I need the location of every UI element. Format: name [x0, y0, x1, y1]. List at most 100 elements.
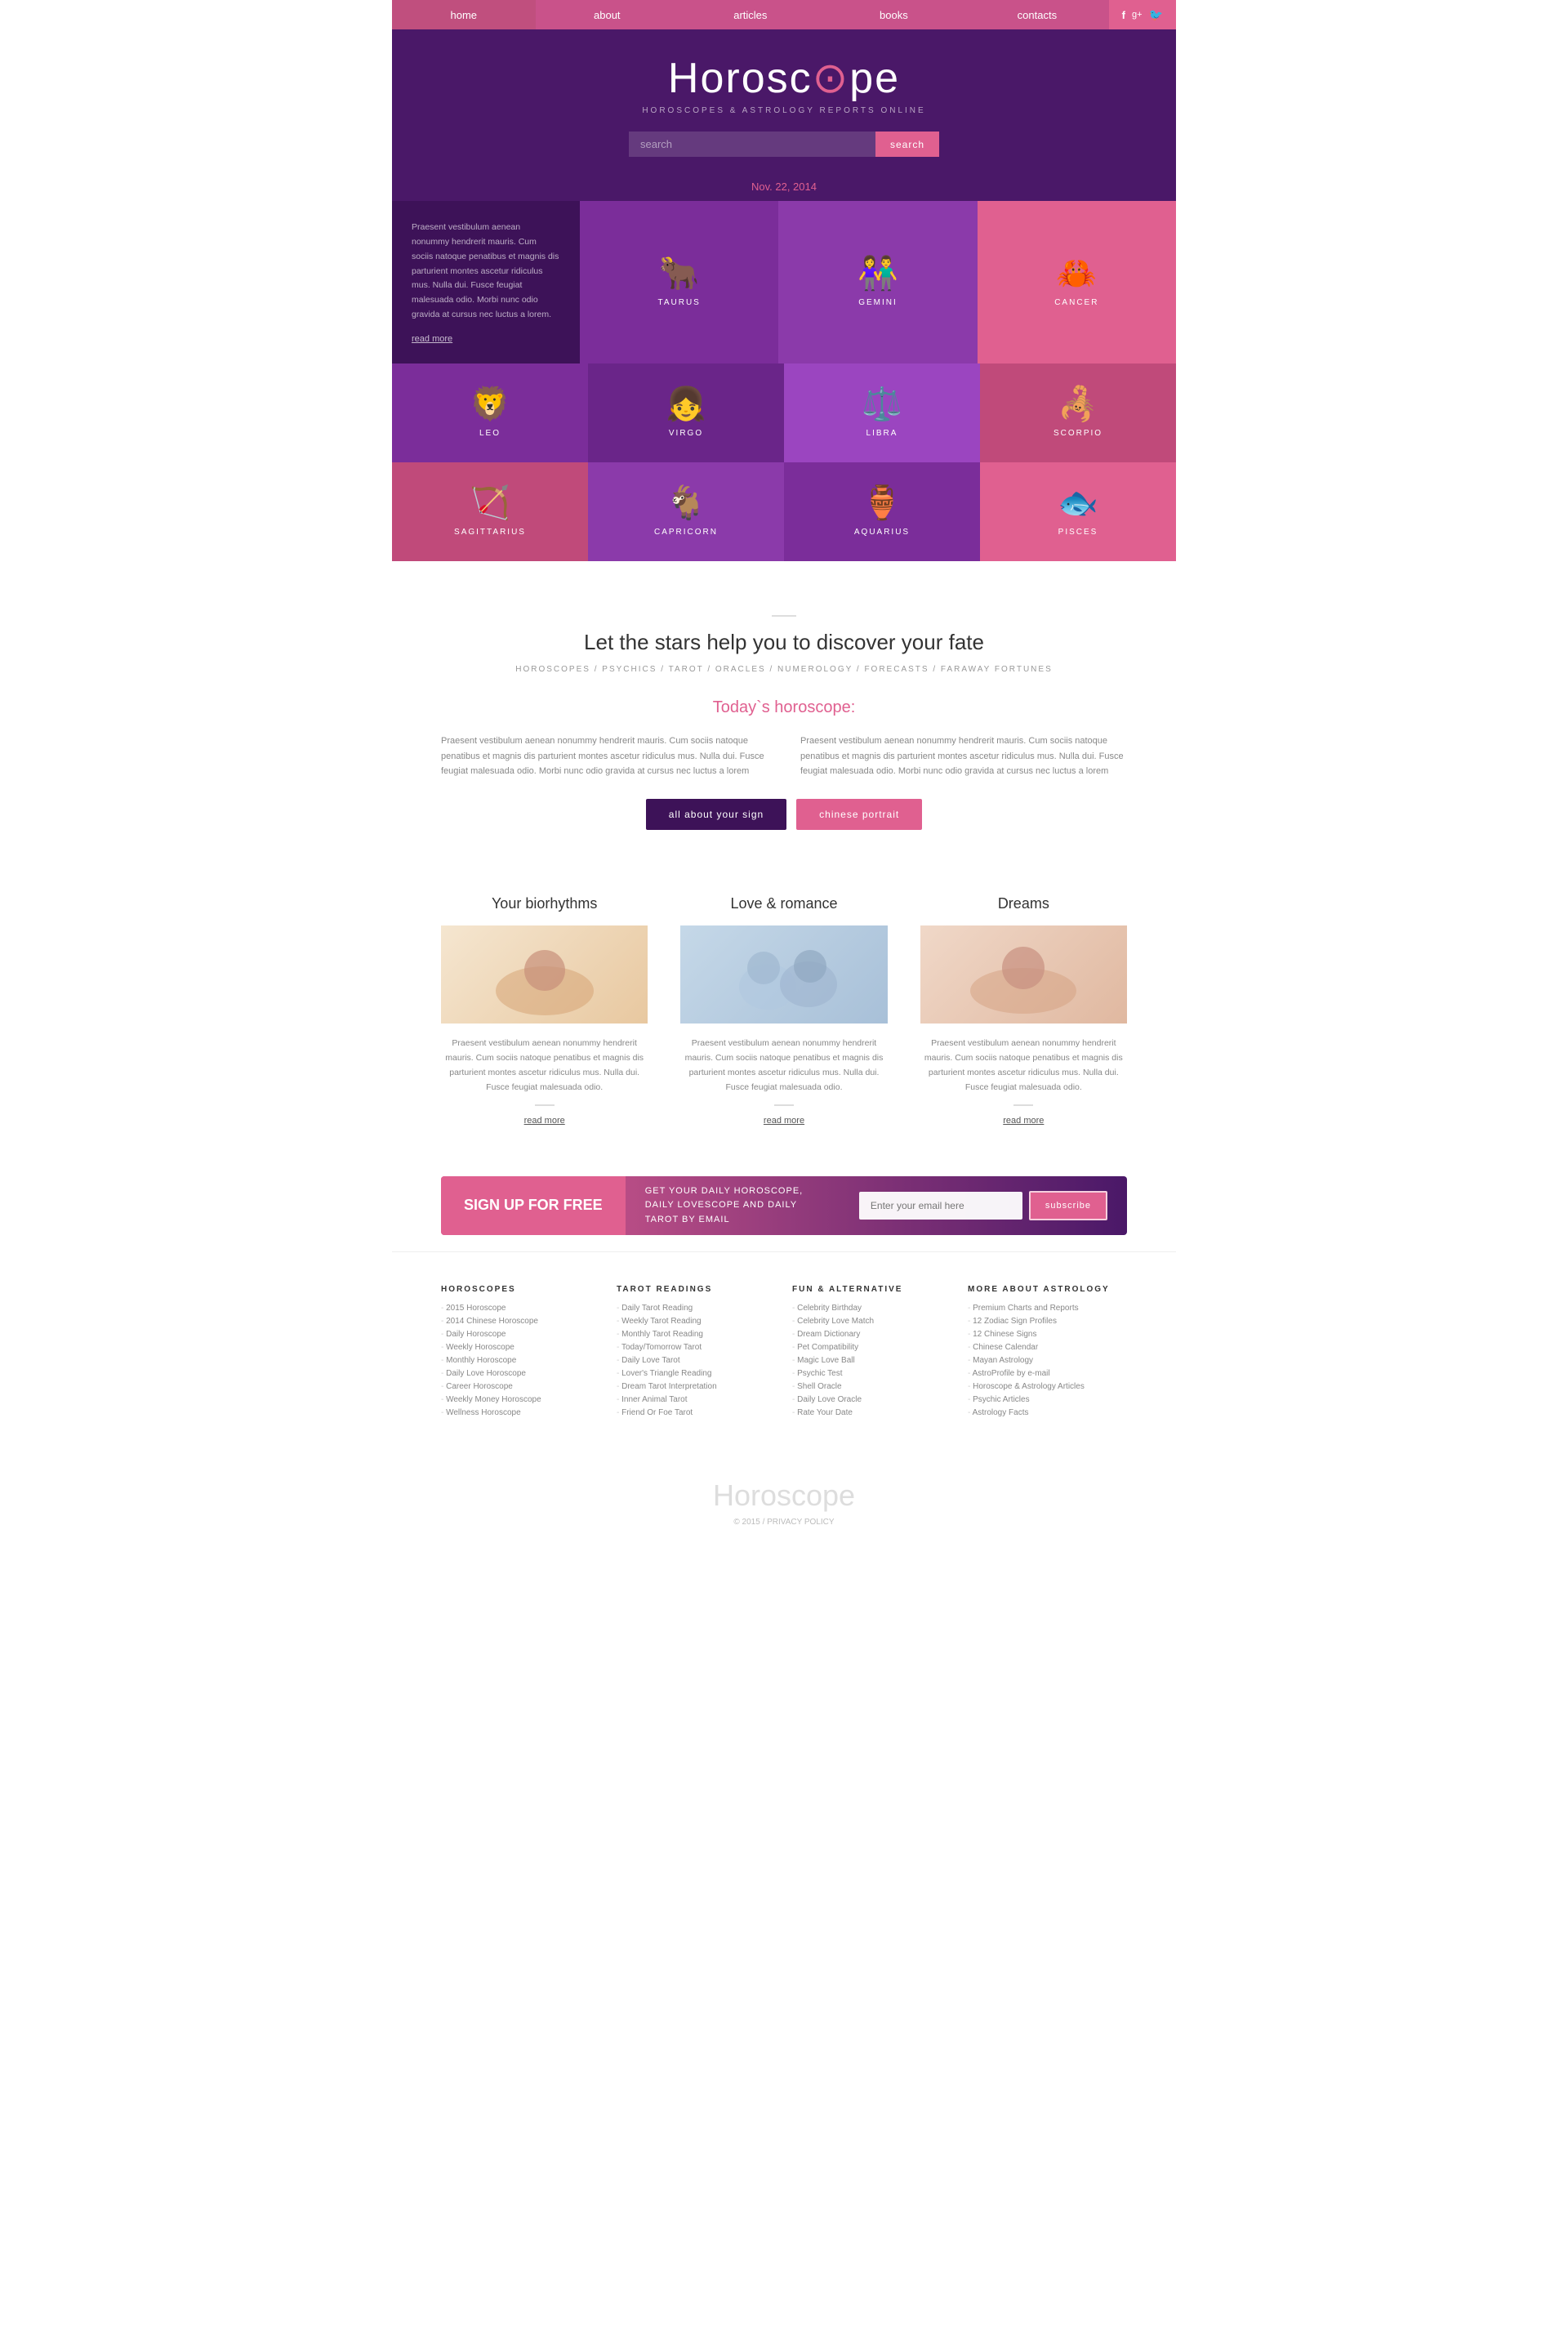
link-oracles[interactable]: ORACLES	[715, 665, 766, 674]
facebook-icon[interactable]: f	[1122, 9, 1125, 21]
footer-link[interactable]: Psychic Test	[792, 1369, 951, 1378]
footer-link[interactable]: Inner Animal Tarot	[617, 1395, 776, 1404]
nav-articles[interactable]: articles	[679, 0, 822, 29]
horoscope-col-1: Praesent vestibulum aenean nonummy hendr…	[441, 734, 768, 779]
zodiac-grid: Praesent vestibulum aenean nonummy hendr…	[392, 201, 1176, 561]
link-numerology[interactable]: NUMEROLOGY	[777, 665, 853, 674]
zodiac-capricorn[interactable]: 🐐 CAPRICORN	[588, 462, 784, 561]
footer-link[interactable]: Lover's Triangle Reading	[617, 1369, 776, 1378]
footer-link[interactable]: Daily Horoscope	[441, 1330, 600, 1339]
tagline-divider	[772, 615, 796, 617]
intro-text: Praesent vestibulum aenean nonummy hendr…	[412, 221, 560, 323]
link-psychics[interactable]: PSYCHICS	[602, 665, 657, 674]
footer-col-title-astrology: MORE ABOUT ASTROLOGY	[968, 1285, 1127, 1294]
email-input[interactable]	[859, 1192, 1022, 1220]
zodiac-virgo[interactable]: 👧 VIRGO	[588, 363, 784, 462]
zodiac-cancer[interactable]: 🦀 CANCER	[978, 201, 1176, 363]
aquarius-label: AQUARIUS	[854, 528, 910, 537]
read-more-intro[interactable]: read more	[412, 334, 560, 344]
footer-link[interactable]: Mayan Astrology	[968, 1356, 1127, 1365]
taurus-label: TAURUS	[657, 298, 700, 307]
social-links: f g+ 🐦	[1109, 0, 1176, 29]
site-title: Horosc⊙pe	[408, 54, 1160, 103]
love-read-more[interactable]: read more	[764, 1116, 804, 1126]
leo-icon: 🦁	[470, 388, 510, 421]
dreams-divider	[1013, 1104, 1033, 1106]
date-bar: Nov. 22, 2014	[392, 173, 1176, 201]
nav-books[interactable]: books	[822, 0, 966, 29]
footer-link[interactable]: Horoscope & Astrology Articles	[968, 1382, 1127, 1391]
footer-link[interactable]: Rate Your Date	[792, 1408, 951, 1417]
horoscope-title: Today`s horoscope:	[441, 698, 1127, 717]
footer-link[interactable]: Weekly Money Horoscope	[441, 1395, 600, 1404]
zodiac-taurus[interactable]: 🐂 TAURUS	[580, 201, 778, 363]
footer-link[interactable]: AstroProfile by e-mail	[968, 1369, 1127, 1378]
footer-bottom: Horoscope © 2015 / PRIVACY POLICY	[392, 1454, 1176, 1551]
signup-description: GET YOUR DAILY HOROSCOPE, DAILY LOVESCOP…	[626, 1184, 840, 1228]
zodiac-aquarius[interactable]: 🏺 AQUARIUS	[784, 462, 980, 561]
search-button[interactable]: search	[875, 132, 939, 157]
nav-about[interactable]: about	[536, 0, 679, 29]
footer-link[interactable]: Astrology Facts	[968, 1408, 1127, 1417]
dreams-read-more[interactable]: read more	[1003, 1116, 1044, 1126]
zodiac-sagittarius[interactable]: 🏹 SAGITTARIUS	[392, 462, 588, 561]
footer-link[interactable]: Magic Love Ball	[792, 1356, 951, 1365]
dreams-text: Praesent vestibulum aenean nonummy hendr…	[920, 1037, 1127, 1095]
subscribe-button[interactable]: subscribe	[1029, 1191, 1107, 1220]
footer-link[interactable]: Monthly Tarot Reading	[617, 1330, 776, 1339]
tagline-links: HOROSCOPES / PSYCHICS / TAROT / ORACLES …	[408, 665, 1160, 674]
all-about-sign-button[interactable]: all about your sign	[646, 799, 786, 830]
footer-link[interactable]: Daily Tarot Reading	[617, 1304, 776, 1313]
googleplus-icon[interactable]: g+	[1132, 10, 1143, 20]
footer-link[interactable]: 12 Chinese Signs	[968, 1330, 1127, 1339]
footer-link[interactable]: Premium Charts and Reports	[968, 1304, 1127, 1313]
pisces-label: PISCES	[1058, 528, 1098, 537]
footer-link[interactable]: 12 Zodiac Sign Profiles	[968, 1317, 1127, 1326]
link-forecasts[interactable]: FORECASTS	[864, 665, 929, 674]
horoscope-col-2: Praesent vestibulum aenean nonummy hendr…	[800, 734, 1127, 779]
current-date: Nov. 22, 2014	[751, 181, 817, 193]
nav-contacts[interactable]: contacts	[965, 0, 1109, 29]
link-tarot[interactable]: TAROT	[669, 665, 704, 674]
zodiac-leo[interactable]: 🦁 LEO	[392, 363, 588, 462]
footer-link[interactable]: Weekly Horoscope	[441, 1343, 600, 1352]
footer-col-tarot: TAROT READINGS Daily Tarot Reading Weekl…	[617, 1285, 776, 1421]
search-input[interactable]	[629, 132, 875, 157]
footer-link[interactable]: Daily Love Horoscope	[441, 1369, 600, 1378]
nav-home[interactable]: home	[392, 0, 536, 29]
chinese-portrait-button[interactable]: chinese portrait	[796, 799, 922, 830]
footer-link[interactable]: Weekly Tarot Reading	[617, 1317, 776, 1326]
link-faraway[interactable]: FARAWAY FORTUNES	[941, 665, 1053, 674]
footer-col-title-tarot: TAROT READINGS	[617, 1285, 776, 1294]
twitter-icon[interactable]: 🐦	[1149, 8, 1163, 22]
footer-link[interactable]: Psychic Articles	[968, 1395, 1127, 1404]
footer-link[interactable]: Today/Tomorrow Tarot	[617, 1343, 776, 1352]
footer-link[interactable]: Career Horoscope	[441, 1382, 600, 1391]
zodiac-gemini[interactable]: 👫 GEMINI	[778, 201, 977, 363]
footer-link[interactable]: Friend Or Foe Tarot	[617, 1408, 776, 1417]
footer-link[interactable]: Celebrity Birthday	[792, 1304, 951, 1313]
love-image	[680, 925, 887, 1024]
footer-link[interactable]: Daily Love Tarot	[617, 1356, 776, 1365]
link-horoscopes[interactable]: HOROSCOPES	[515, 665, 590, 674]
footer-link[interactable]: Pet Compatibility	[792, 1343, 951, 1352]
scorpio-icon: 🦂	[1058, 388, 1098, 421]
footer-link[interactable]: Daily Love Oracle	[792, 1395, 951, 1404]
footer-link[interactable]: Dream Dictionary	[792, 1330, 951, 1339]
footer-link[interactable]: Monthly Horoscope	[441, 1356, 600, 1365]
footer-link[interactable]: Dream Tarot Interpretation	[617, 1382, 776, 1391]
footer-link[interactable]: Celebrity Love Match	[792, 1317, 951, 1326]
footer-link[interactable]: Chinese Calendar	[968, 1343, 1127, 1352]
zodiac-scorpio[interactable]: 🦂 SCORPIO	[980, 363, 1176, 462]
libra-icon: ⚖️	[862, 388, 902, 421]
footer-link[interactable]: Shell Oracle	[792, 1382, 951, 1391]
footer-link[interactable]: 2015 Horoscope	[441, 1304, 600, 1313]
cancer-label: CANCER	[1054, 298, 1098, 307]
zodiac-libra[interactable]: ⚖️ LIBRA	[784, 363, 980, 462]
zodiac-pisces[interactable]: 🐟 PISCES	[980, 462, 1176, 561]
footer-link[interactable]: 2014 Chinese Horoscope	[441, 1317, 600, 1326]
footer-link[interactable]: Wellness Horoscope	[441, 1408, 600, 1417]
biorhythms-read-more[interactable]: read more	[524, 1116, 565, 1126]
dreams-title: Dreams	[920, 895, 1127, 912]
signup-form: subscribe	[840, 1191, 1127, 1220]
